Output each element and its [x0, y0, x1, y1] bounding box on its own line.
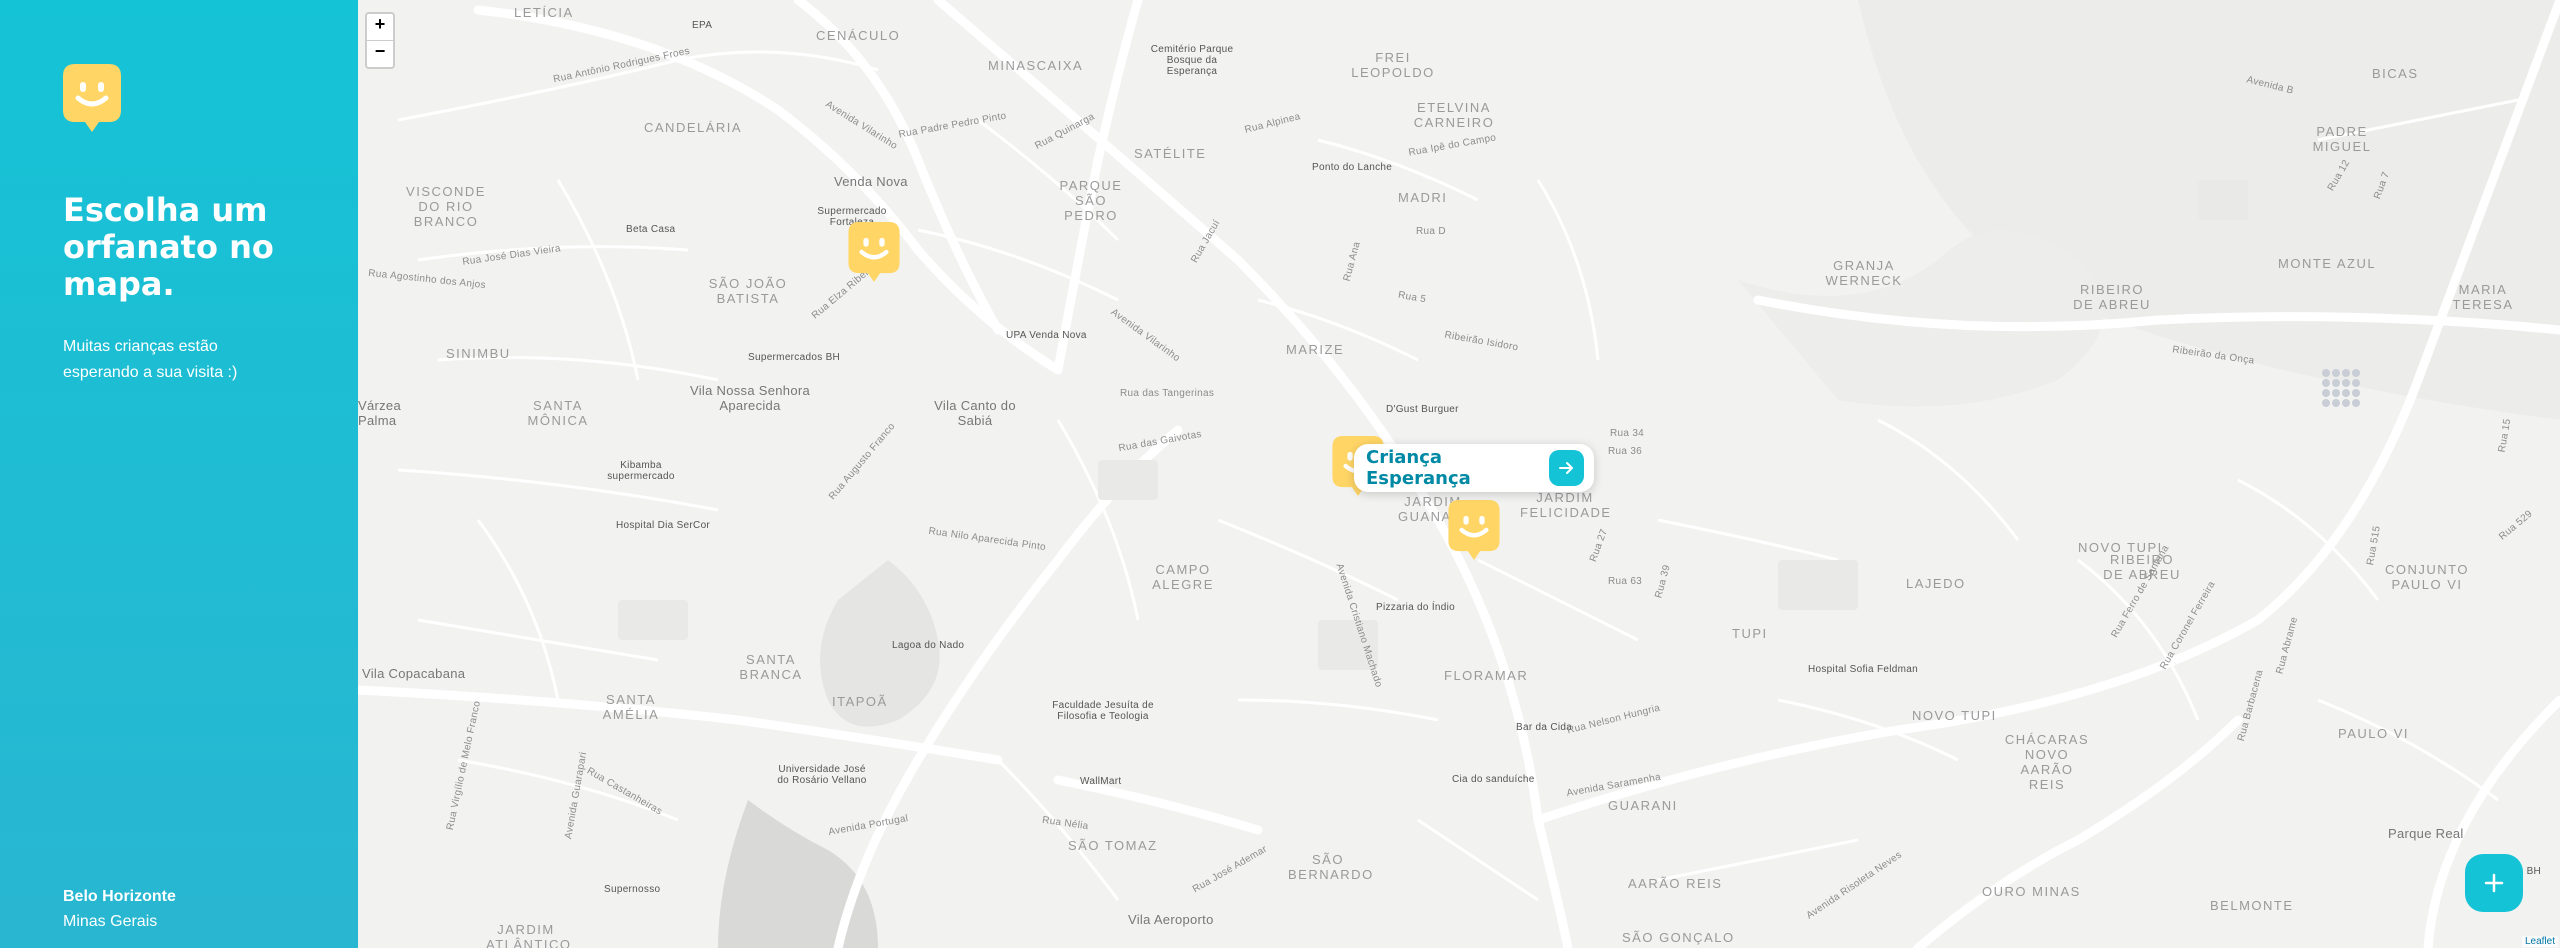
create-orphanage-button[interactable]: [2465, 854, 2523, 912]
place-label: Vila Aeroporto: [1128, 912, 1214, 927]
district-label: SÃO TOMAZ: [1068, 838, 1158, 853]
poi-label: Lagoa do Nado: [892, 640, 965, 651]
zoom-out-button[interactable]: −: [367, 40, 393, 67]
smile-marker-icon: [848, 222, 900, 282]
sidebar: Escolha um orfanato no mapa. Muitas cria…: [0, 0, 358, 948]
district-label: CHÁCARAS NOVO AARÃO REIS: [2004, 732, 2090, 792]
district-label: OURO MINAS: [1982, 884, 2081, 899]
poi-label: EPA: [692, 20, 713, 31]
poi-label: Cemitério Parque Bosque da Esperança: [1150, 44, 1234, 77]
poi-label: D'Gust Burguer: [1386, 404, 1459, 415]
district-label: CENÁCULO: [816, 28, 901, 43]
place-label: Vila Canto do Sabiá: [934, 398, 1016, 428]
place-label: Vila Nossa Senhora Aparecida: [689, 383, 811, 413]
district-label: MINASCAIXA: [988, 58, 1084, 73]
popup-details-button[interactable]: [1548, 450, 1584, 486]
arrow-right-icon: [1559, 462, 1574, 474]
smile-marker-icon: [63, 64, 121, 137]
poi-label: WallMart: [1080, 776, 1122, 787]
district-label: SANTA BRANCA: [739, 652, 803, 682]
poi-label: Universidade José do Rosário Vellano: [777, 764, 867, 786]
location-info: Belo Horizonte Minas Gerais: [63, 884, 176, 934]
district-label: SÃO BERNARDO: [1288, 852, 1374, 882]
poi-label: Supernosso: [604, 884, 661, 895]
district-label: SATÉLITE: [1134, 146, 1207, 161]
district-label: CONJUNTO PAULO VI: [2385, 562, 2469, 592]
poi-label: Kibamba supermercado: [607, 460, 675, 482]
district-label: JARDIM FELICIDADE: [1520, 490, 1612, 520]
district-label: MARIA TERESA: [2452, 282, 2514, 312]
street-label: Rua D: [1416, 226, 1446, 237]
poi-label: Pizzaria do Índio: [1376, 602, 1456, 613]
zoom-control: + −: [365, 12, 395, 69]
district-label: CAMPO ALEGRE: [1152, 562, 1214, 592]
district-label: FLORAMAR: [1444, 668, 1529, 683]
district-label: PADRE MIGUEL: [2312, 124, 2372, 154]
page-title: Escolha um orfanato no mapa.: [63, 191, 274, 303]
district-label: MONTE AZUL: [2278, 256, 2377, 271]
district-label: SANTA AMÉLIA: [602, 692, 660, 722]
state-label: Minas Gerais: [63, 913, 158, 930]
district-label: AARÃO REIS: [1628, 876, 1723, 891]
district-label: MADRI: [1398, 190, 1448, 205]
smile-marker-icon: [1448, 500, 1500, 560]
orphanage-marker[interactable]: [1448, 500, 1500, 560]
poi-label: Cia do sanduíche: [1452, 774, 1535, 785]
district-label: LAJEDO: [1906, 576, 1966, 591]
poi-label: Hospital Dia SerCor: [616, 520, 711, 531]
street-label: Rua 34: [1610, 428, 1645, 439]
zoom-in-button[interactable]: +: [367, 14, 393, 40]
district-label: SINIMBU: [446, 346, 511, 361]
district-label: PARQUE SÃO PEDRO: [1059, 178, 1123, 223]
poi-label: Faculdade Jesuíta de Filosofia e Teologi…: [1052, 700, 1154, 722]
district-label: LETÍCIA: [514, 5, 574, 20]
street-label: Rua 36: [1608, 446, 1643, 457]
district-label: SÃO GONÇALO: [1622, 930, 1735, 945]
district-label: ITAPOÃ: [832, 694, 888, 709]
district-label: TUPI: [1732, 626, 1768, 641]
map-attribution[interactable]: Leaflet: [2521, 936, 2558, 947]
page-description: Muitas crianças estão esperando a sua vi…: [63, 338, 238, 381]
place-label: Várzea Palma: [358, 398, 401, 428]
place-label: Vila Copacabana: [362, 666, 466, 681]
district-label: FREI LEOPOLDO: [1351, 50, 1435, 80]
street-label: Rua das Tangerinas: [1120, 388, 1215, 399]
district-label: VISCONDE DO RIO BRANCO: [406, 184, 486, 229]
district-label: GUARANI: [1608, 798, 1678, 813]
orphanage-popup[interactable]: Criança Esperança: [1354, 444, 1594, 492]
district-label: SANTA MÔNICA: [527, 398, 589, 428]
district-label: GRANJA WERNECK: [1825, 258, 1903, 288]
poi-label: Beta Casa: [626, 224, 676, 235]
poi-label: UPA Venda Nova: [1006, 330, 1087, 341]
district-label: JARDIM ATLÂNTICO: [486, 922, 572, 948]
district-label: ETELVINA CARNEIRO: [1413, 100, 1495, 130]
district-label: PAULO VI: [2338, 726, 2410, 741]
map[interactable]: LETÍCIA CENÁCULO MINASCAIXA CANDELÁRIA V…: [358, 0, 2560, 948]
district-label: NOVO TUPI: [1912, 708, 1997, 723]
orphanage-marker[interactable]: [848, 222, 900, 282]
popup-orphanage-name: Criança Esperança: [1366, 447, 1471, 489]
district-label: BICAS: [2372, 66, 2419, 81]
street-label: Rua 63: [1608, 576, 1643, 587]
place-label: Venda Nova: [834, 174, 908, 189]
district-label: CANDELÁRIA: [644, 120, 743, 135]
district-label: SÃO JOÃO BATISTA: [708, 276, 788, 306]
poi-label: Ponto do Lanche: [1312, 162, 1393, 173]
district-label: BELMONTE: [2210, 898, 2294, 913]
city-label: Belo Horizonte: [63, 888, 176, 905]
poi-label: Supermercados BH: [748, 352, 841, 363]
poi-label: Bar da Cida: [1516, 722, 1573, 733]
district-label: MARIZE: [1286, 342, 1345, 357]
plus-icon: [2484, 873, 2504, 893]
poi-label: Hospital Sofia Feldman: [1808, 664, 1918, 675]
place-label: Parque Real: [2388, 826, 2464, 841]
district-label: RIBEIRO DE ABREU: [2073, 282, 2151, 312]
